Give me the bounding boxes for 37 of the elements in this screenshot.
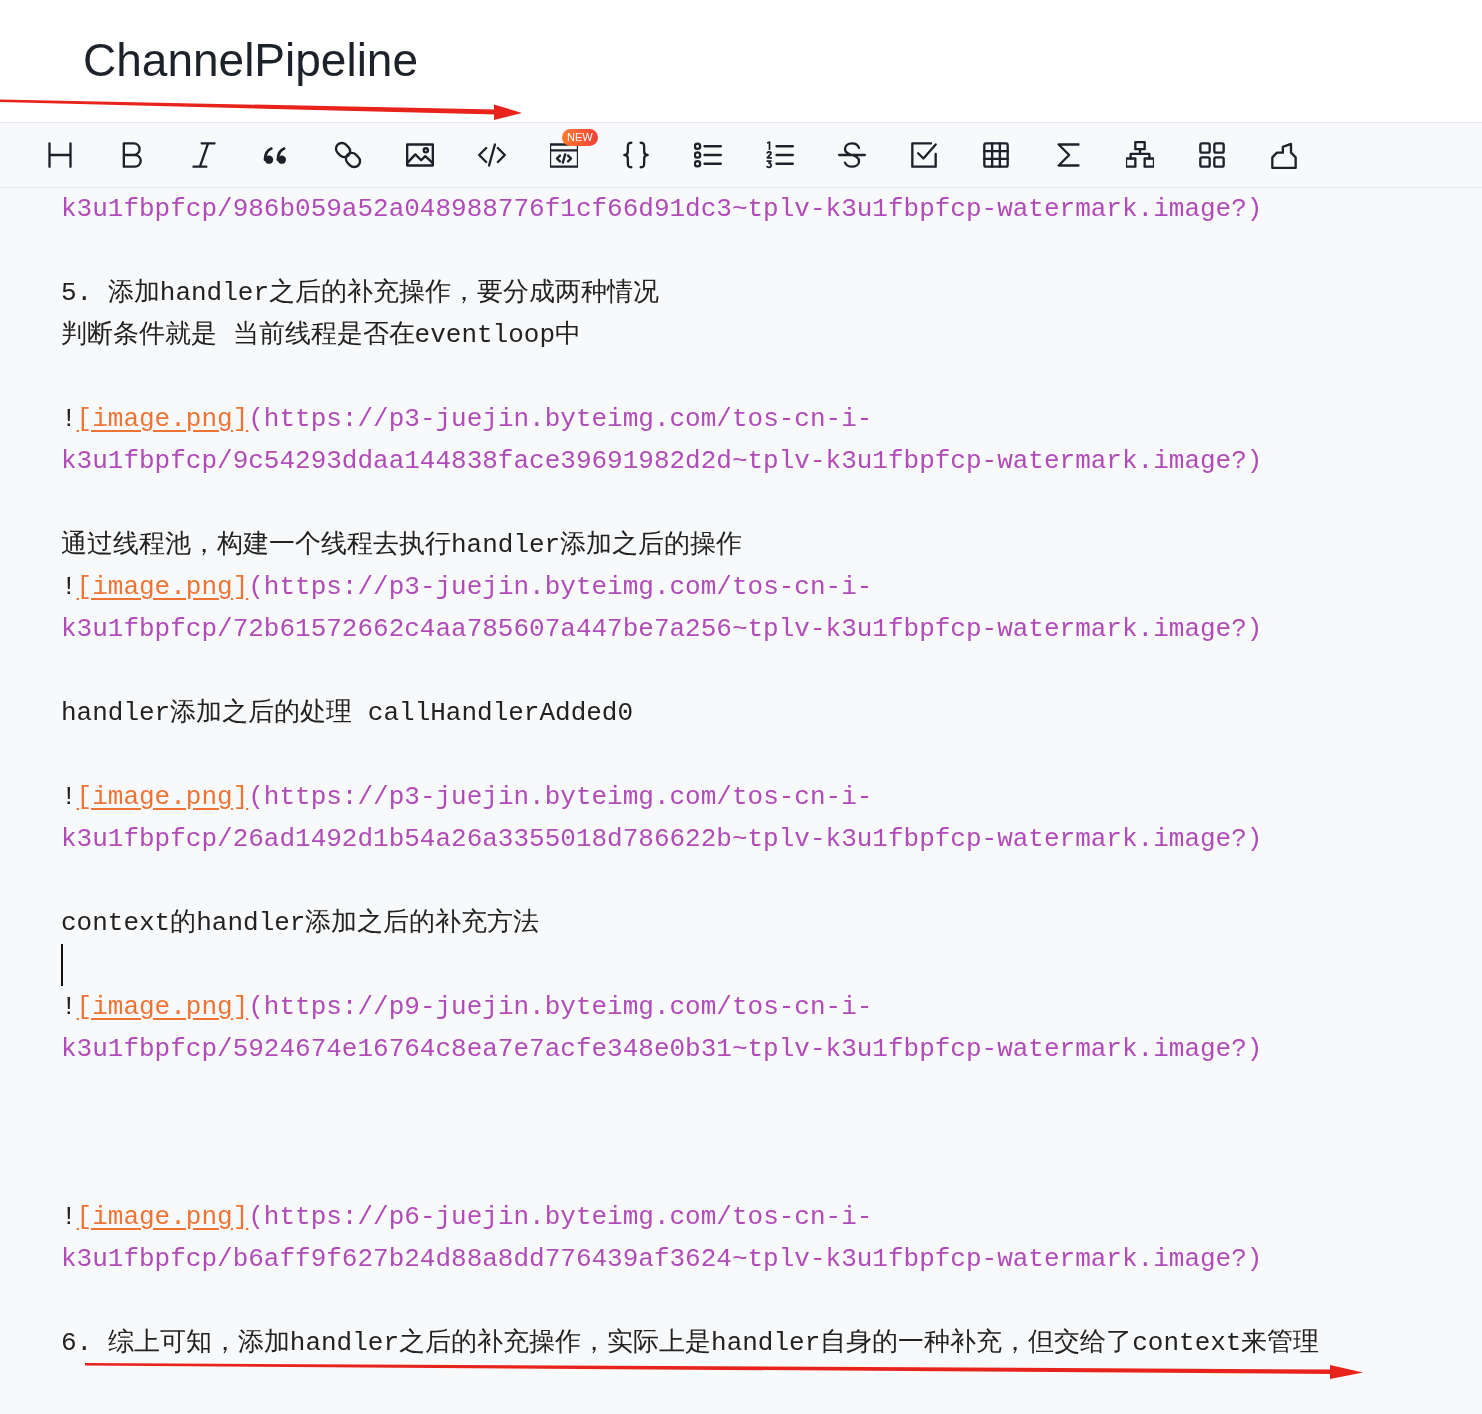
code-icon[interactable]	[478, 141, 506, 169]
checkbox-icon[interactable]	[910, 141, 938, 169]
italic-icon[interactable]	[190, 141, 218, 169]
url-text: k3u1fbpfcp/b6aff9f627b24d88a8dd776439af3624~tplv-k3u1fbpfcp-watermark.image?)	[61, 1244, 1263, 1274]
text-line: 5. 添加handler之后的补充操作，要分成两种情况	[61, 278, 660, 308]
marker-icon[interactable]	[1270, 141, 1298, 169]
image-icon[interactable]	[406, 141, 434, 169]
new-badge: NEW	[562, 129, 598, 146]
link-icon[interactable]	[334, 141, 362, 169]
text-cursor	[61, 944, 63, 986]
sigma-icon[interactable]	[1054, 141, 1082, 169]
image-link-markup: ![image.png](https://p3-juejin.byteimg.com/tos-cn-i-	[61, 404, 873, 434]
editor-field[interactable]	[0, 188, 1482, 1414]
heading-icon[interactable]	[46, 141, 74, 169]
text-line: context的handler添加之后的补充方法	[61, 908, 540, 938]
braces-icon[interactable]	[622, 141, 650, 169]
strikethrough-icon[interactable]	[838, 141, 866, 169]
url-text: k3u1fbpfcp/9c54293ddaa144838face39691982d2d~tplv-k3u1fbpfcp-watermark.image?)	[61, 446, 1263, 476]
image-link-markup: ![image.png](https://p9-juejin.byteimg.com/tos-cn-i-	[61, 992, 873, 1022]
grid-icon[interactable]	[1198, 141, 1226, 169]
flowchart-icon[interactable]	[1126, 141, 1154, 169]
text-line: handler添加之后的处理 callHandlerAdded0	[61, 698, 634, 728]
url-text: k3u1fbpfcp/72b61572662c4aa785607a447be7a256~tplv-k3u1fbpfcp-watermark.image?)	[61, 614, 1263, 644]
table-icon[interactable]	[982, 141, 1010, 169]
text-line: 6. 综上可知，添加handler之后的补充操作，实际上是handler自身的一种补充，但交给了context来管理	[61, 1328, 1320, 1358]
image-link-markup: ![image.png](https://p3-juejin.byteimg.com/tos-cn-i-	[61, 782, 873, 812]
bullet-list-icon[interactable]	[694, 141, 722, 169]
numbered-list-icon[interactable]	[766, 141, 794, 169]
image-link-markup: ![image.png](https://p6-juejin.byteimg.com/tos-cn-i-	[61, 1202, 873, 1232]
title-field[interactable]: ChannelPipeline	[83, 34, 419, 86]
text-line: 判断条件就是 当前线程是否在eventloop中	[61, 320, 582, 350]
image-link-markup: ![image.png](https://p3-juejin.byteimg.com/tos-cn-i-	[61, 572, 873, 602]
code-block-icon[interactable]	[550, 141, 578, 169]
url-text: k3u1fbpfcp/986b059a52a048988776f1cf66d91dc3~tplv-k3u1fbpfcp-watermark.image?)	[61, 194, 1263, 224]
text-line: 通过线程池，构建一个线程去执行handler添加之后的操作	[61, 530, 743, 560]
url-text: k3u1fbpfcp/26ad1492d1b54a26a3355018d786622b~tplv-k3u1fbpfcp-watermark.image?)	[61, 824, 1263, 854]
url-text: k3u1fbpfcp/5924674e16764c8ea7e7acfe348e0b31~tplv-k3u1fbpfcp-watermark.image?)	[61, 1034, 1263, 1064]
